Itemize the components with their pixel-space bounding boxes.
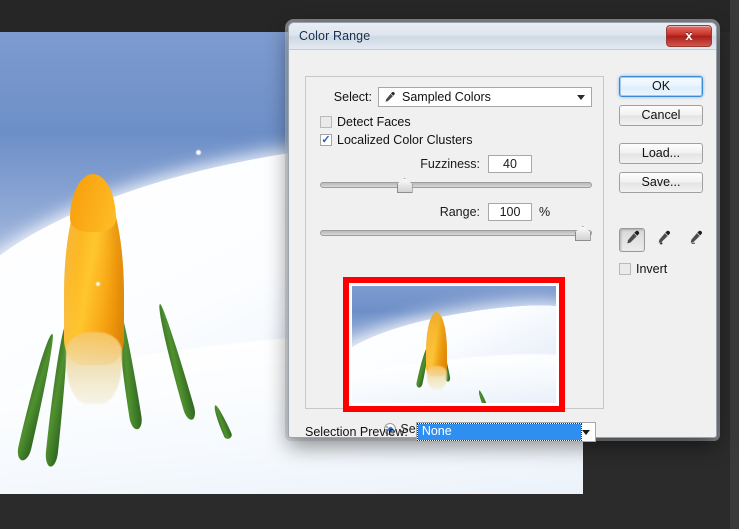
dialog-button-column: OK Cancel Load... Save... — [619, 76, 703, 201]
range-label: Range: — [439, 205, 480, 219]
ok-button[interactable]: OK — [619, 76, 703, 97]
select-combobox[interactable]: Sampled Colors — [378, 87, 592, 107]
detect-faces-checkbox-row[interactable]: Detect Faces — [320, 115, 411, 129]
range-slider-track[interactable] — [320, 226, 592, 241]
localized-color-clusters-label: Localized Color Clusters — [337, 133, 473, 147]
range-label-row: Range: 100 % — [320, 203, 592, 221]
localized-color-clusters-checkbox[interactable]: ✓ — [320, 134, 332, 146]
save-button[interactable]: Save... — [619, 172, 703, 193]
photo-crocus-base — [66, 332, 122, 404]
color-range-dialog: Color Range x Select: Sampled Colors Det… — [288, 22, 717, 442]
selection-preview-combobox[interactable]: None — [415, 422, 596, 442]
range-input[interactable]: 100 — [488, 203, 532, 221]
eyedropper-subtract-icon-button[interactable] — [683, 228, 709, 252]
close-button[interactable]: x — [666, 25, 712, 47]
invert-label: Invert — [636, 262, 668, 276]
eyedropper-subtract-icon — [687, 230, 705, 251]
invert-checkbox[interactable] — [619, 263, 631, 275]
chevron-down-icon[interactable] — [581, 429, 590, 435]
preview-thumbnail[interactable] — [343, 277, 565, 412]
eyedropper-icon-button[interactable] — [619, 228, 645, 252]
button-spacer — [619, 134, 703, 143]
localized-color-clusters-checkbox-row[interactable]: ✓ Localized Color Clusters — [320, 133, 472, 147]
preview-image — [352, 286, 556, 403]
range-block: Range: 100 % — [320, 203, 592, 241]
fuzziness-label-row: Fuzziness: 40 — [320, 155, 592, 173]
detect-faces-checkbox[interactable] — [320, 116, 332, 128]
detect-faces-label: Detect Faces — [337, 115, 411, 129]
eyedropper-add-icon-button[interactable] — [651, 228, 677, 252]
photo-sparkle — [196, 150, 201, 155]
range-unit: % — [539, 205, 551, 219]
color-range-groupbox: Select: Sampled Colors Detect Faces ✓ Lo… — [305, 76, 604, 436]
select-value: Sampled Colors — [402, 90, 491, 104]
fuzziness-block: Fuzziness: 40 — [320, 155, 592, 193]
eyedropper-icon — [624, 230, 641, 250]
photo-sparkle — [96, 282, 100, 286]
dialog-body: Select: Sampled Colors Detect Faces ✓ Lo… — [289, 50, 716, 442]
fuzziness-slider-thumb[interactable] — [396, 178, 413, 193]
eyedropper-toolbar — [619, 228, 709, 252]
cancel-button[interactable]: Cancel — [619, 105, 703, 126]
selection-preview-label: Selection Preview: — [305, 425, 408, 439]
select-row: Select: Sampled Colors — [320, 87, 592, 107]
load-button[interactable]: Load... — [619, 143, 703, 164]
dialog-title: Color Range — [299, 29, 371, 43]
app-right-panel-strip — [730, 0, 739, 529]
selection-preview-value: None — [416, 423, 582, 441]
fuzziness-label: Fuzziness: — [420, 157, 480, 171]
photo-sparkle — [254, 206, 258, 210]
select-label: Select: — [333, 90, 372, 104]
selection-preview-row: Selection Preview: None — [305, 422, 596, 442]
range-slider-thumb[interactable] — [574, 226, 591, 241]
chevron-down-icon[interactable] — [577, 94, 585, 100]
eyedropper-add-icon — [655, 230, 673, 251]
check-icon: ✓ — [321, 134, 331, 146]
dialog-titlebar[interactable]: Color Range x — [289, 23, 716, 50]
invert-checkbox-row[interactable]: Invert — [619, 262, 667, 276]
fuzziness-slider-track[interactable] — [320, 178, 592, 193]
eyedropper-icon — [383, 91, 396, 104]
fuzziness-input[interactable]: 40 — [488, 155, 532, 173]
preview-crocus-base — [427, 366, 447, 390]
